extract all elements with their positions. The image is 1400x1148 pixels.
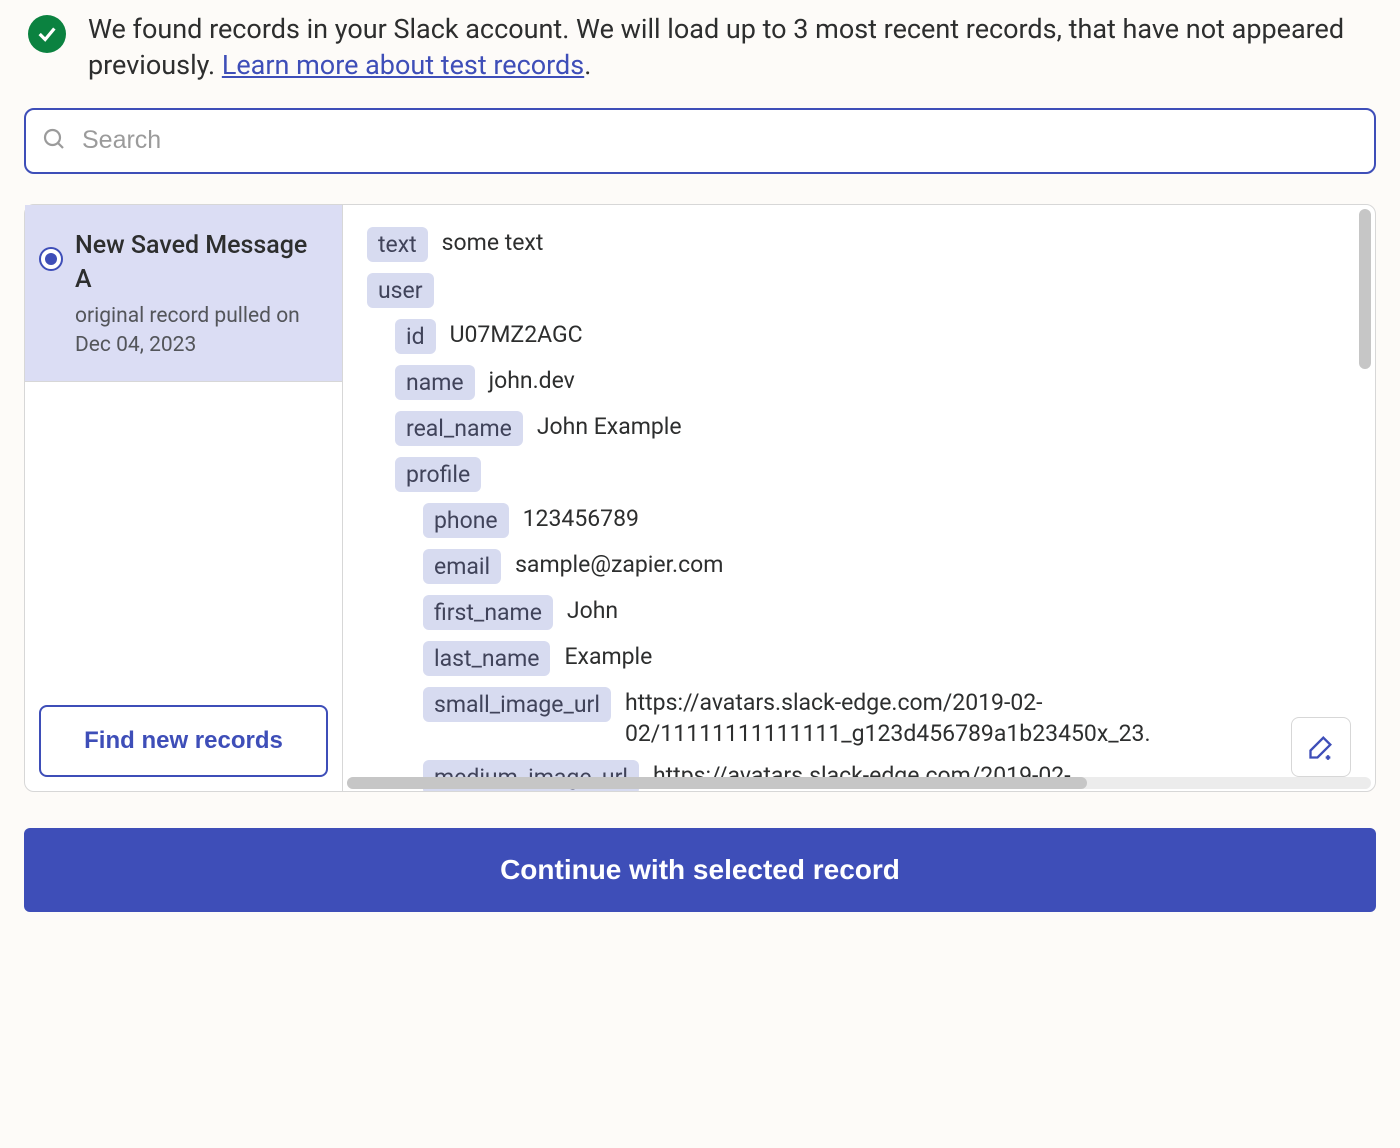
field-val-first-name: John: [567, 595, 618, 626]
find-new-records-button[interactable]: Find new records: [39, 705, 328, 777]
info-text: We found records in your Slack account. …: [88, 11, 1372, 84]
field-key-first-name: first_name: [423, 595, 553, 630]
field-key-real-name: real_name: [395, 411, 523, 446]
field-val-name: john.dev: [489, 365, 575, 396]
search-box[interactable]: [24, 108, 1376, 174]
horizontal-scrollbar[interactable]: [347, 777, 1371, 789]
continue-button[interactable]: Continue with selected record: [24, 828, 1376, 912]
field-key-name: name: [395, 365, 475, 400]
field-val-small-image-url: https://avatars.slack-edge.com/2019-02-0…: [625, 687, 1351, 749]
search-input[interactable]: [80, 125, 1358, 156]
info-text-period: .: [584, 49, 591, 81]
edit-button[interactable]: [1291, 717, 1351, 777]
vertical-scrollbar[interactable]: [1359, 209, 1371, 787]
field-key-last-name: last_name: [423, 641, 550, 676]
record-title: New Saved Message A: [75, 229, 324, 297]
record-details: text some text user id U07MZ2AGC name jo…: [343, 205, 1375, 791]
field-key-user: user: [367, 273, 434, 308]
field-val-real-name: John Example: [537, 411, 682, 442]
record-item[interactable]: New Saved Message A original record pull…: [25, 205, 342, 382]
records-panel: New Saved Message A original record pull…: [24, 204, 1376, 792]
records-list: New Saved Message A original record pull…: [25, 205, 343, 791]
field-val-text: some text: [442, 227, 544, 258]
field-key-text: text: [367, 227, 428, 262]
learn-more-link[interactable]: Learn more about test records: [222, 49, 584, 81]
field-key-profile: profile: [395, 457, 481, 492]
search-icon: [42, 127, 66, 155]
field-key-phone: phone: [423, 503, 509, 538]
record-subtitle: original record pulled on Dec 04, 2023: [75, 302, 324, 359]
field-val-id: U07MZ2AGC: [450, 319, 583, 350]
field-val-email: sample@zapier.com: [515, 549, 723, 580]
field-key-id: id: [395, 319, 436, 354]
record-radio[interactable]: [39, 247, 63, 271]
field-val-phone: 123456789: [523, 503, 639, 534]
field-key-small-image-url: small_image_url: [423, 687, 611, 722]
field-val-last-name: Example: [564, 641, 652, 672]
field-key-email: email: [423, 549, 501, 584]
info-banner: We found records in your Slack account. …: [24, 11, 1376, 108]
details-scroll[interactable]: text some text user id U07MZ2AGC name jo…: [343, 205, 1375, 791]
success-check-icon: [28, 15, 66, 53]
